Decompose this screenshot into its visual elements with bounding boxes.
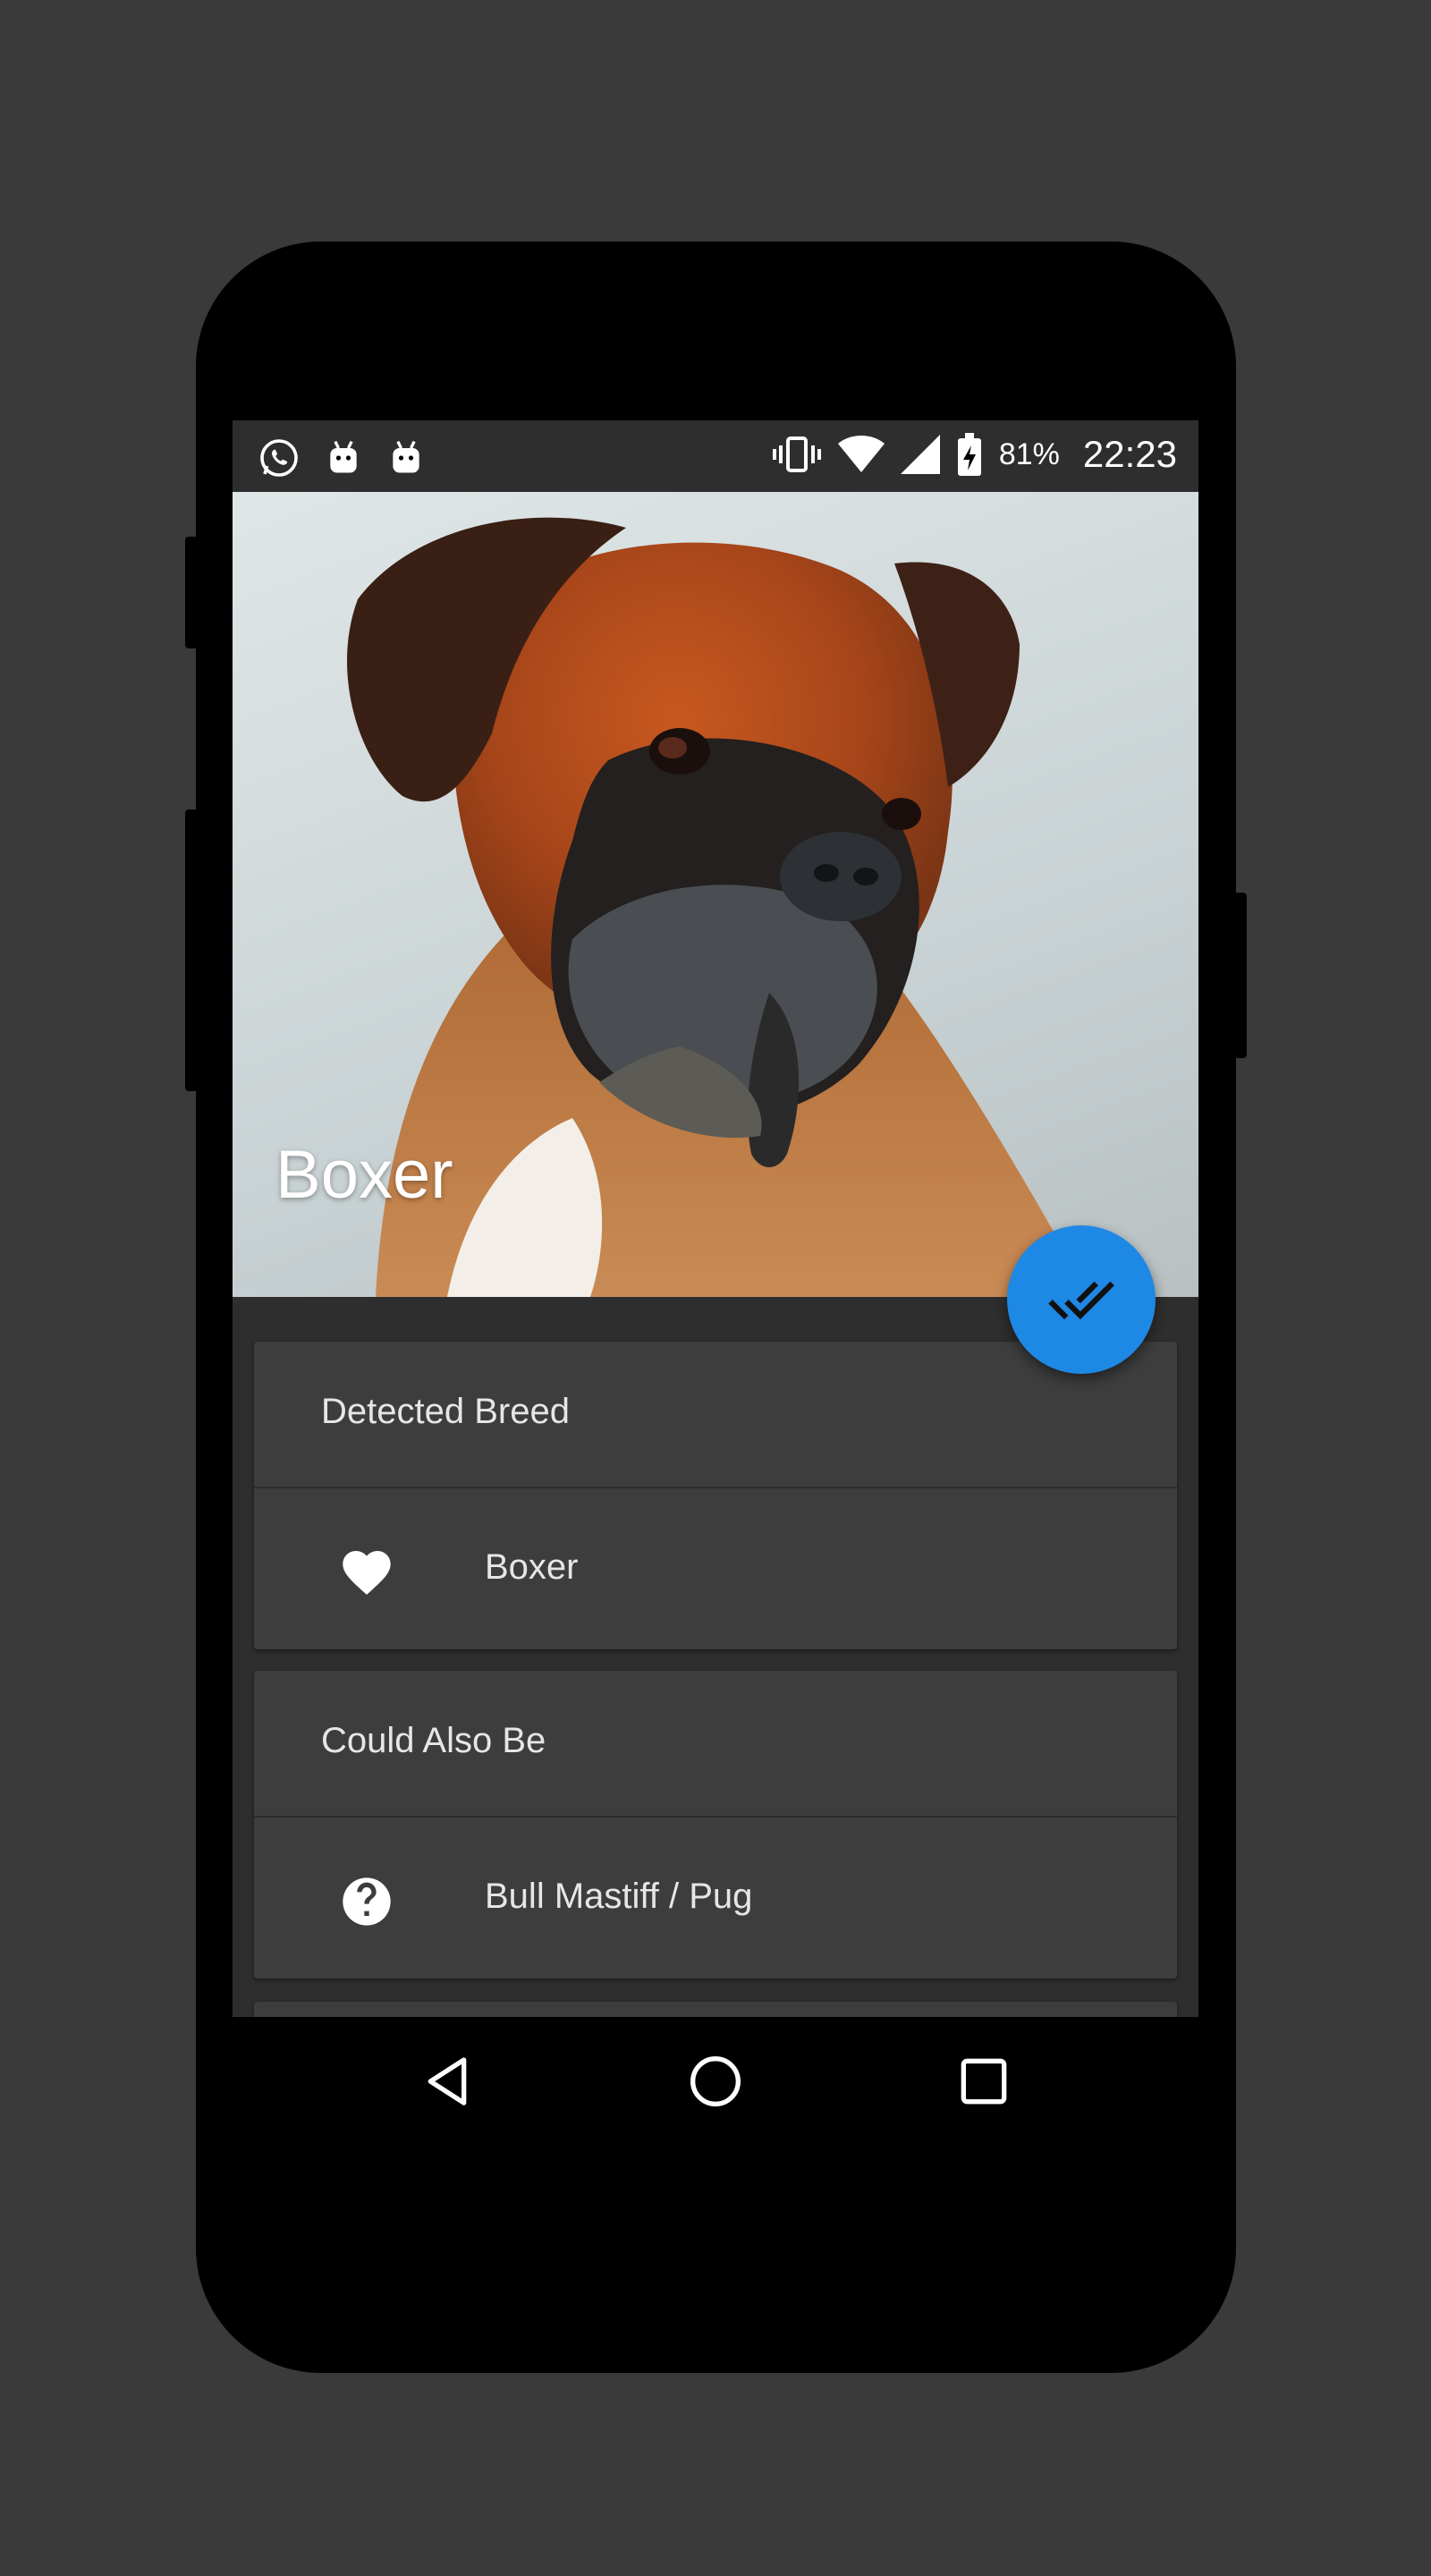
detected-breed-row[interactable]: Boxer (254, 1488, 1177, 1649)
help-circle-icon (343, 1877, 391, 1926)
alternative-breed-row[interactable]: Bull Mastiff / Pug (254, 1818, 1177, 1979)
alternative-breed-label: Bull Mastiff / Pug (485, 1877, 753, 1916)
battery-percent: 81% (998, 436, 1060, 471)
android-icon (330, 440, 357, 473)
hero-image: Boxer (233, 492, 1198, 1297)
confirm-fab-button[interactable] (1007, 1225, 1156, 1374)
next-card-partial (254, 2002, 1177, 2017)
system-icons: 81% 22:23 (772, 433, 1177, 476)
card-header: Detected Breed (254, 1342, 1177, 1488)
vibrate-icon (772, 436, 821, 472)
card-header-label: Detected Breed (321, 1392, 570, 1431)
breed-title: Boxer (275, 1137, 453, 1213)
android-icon (393, 440, 419, 473)
cell-signal-icon (900, 435, 940, 474)
app-screen: Boxer Detected Breed Boxer Could Also Be… (233, 420, 1198, 2017)
recents-icon[interactable] (955, 2053, 1012, 2110)
card-header-label: Could Also Be (321, 1721, 546, 1760)
phone-power-button (1234, 893, 1247, 1058)
detected-breed-card: Detected Breed Boxer (254, 1342, 1177, 1649)
navigation-bar (233, 2017, 1198, 2147)
clock-time: 22:23 (1082, 433, 1177, 475)
phone-volume-button (185, 537, 198, 648)
home-icon[interactable] (687, 2053, 744, 2110)
back-icon[interactable] (419, 2053, 476, 2110)
notification-icons (258, 436, 426, 479)
card-header: Could Also Be (254, 1671, 1177, 1818)
battery-charging-icon (957, 433, 981, 476)
phone-side-button (185, 809, 198, 1091)
double-check-icon (1048, 1281, 1114, 1320)
status-bar: 81% 22:23 (233, 420, 1198, 492)
detected-breed-label: Boxer (485, 1547, 579, 1587)
whatsapp-icon (260, 439, 298, 477)
wifi-icon (837, 436, 885, 472)
alternative-breeds-card: Could Also Be Bull Mastiff / Pug (254, 1671, 1177, 1979)
heart-icon (343, 1551, 391, 1595)
